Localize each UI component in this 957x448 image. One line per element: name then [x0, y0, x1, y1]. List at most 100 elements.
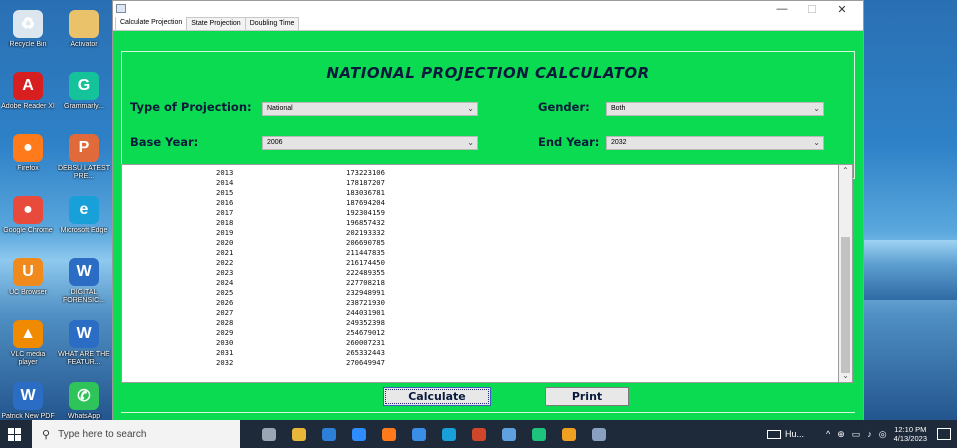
close-button[interactable]: ✕: [827, 1, 857, 17]
desktop-icon-label: Adobe Reader XI: [1, 103, 55, 110]
scroll-up-icon[interactable]: ⌃: [839, 165, 852, 177]
result-row: 2030 260007231: [122, 338, 838, 347]
search-icon: ⚲: [42, 428, 51, 441]
edge-taskbar-button[interactable]: [434, 420, 464, 448]
whatsapp-icon: ✆: [69, 382, 99, 410]
result-year: 2027: [216, 308, 234, 317]
desktop-icon[interactable]: ● Google Chrome: [0, 194, 56, 256]
tab-doubling-time[interactable]: Doubling Time: [244, 17, 300, 30]
results-scrollbar[interactable]: ⌃ ⌄: [839, 164, 853, 383]
store-taskbar-button[interactable]: [404, 420, 434, 448]
desktop-icon[interactable]: Activator: [56, 8, 112, 70]
projection-results-textarea[interactable]: 2013 173223106 2014 178187207 2015 183036781 2…: [121, 164, 839, 383]
result-row: 2031 265332443: [122, 348, 838, 357]
result-population: 206690785: [346, 238, 385, 247]
chevron-down-icon: ⌄: [467, 138, 474, 147]
zoom-icon: [352, 427, 366, 441]
desktop-icon[interactable]: G Grammarly...: [56, 70, 112, 132]
maximize-button[interactable]: ☐: [797, 1, 827, 17]
java-app-icon: [116, 4, 126, 13]
windows-logo-icon: [7, 427, 21, 441]
scroll-thumb[interactable]: [841, 237, 850, 373]
print-button[interactable]: Print: [545, 387, 629, 406]
desktop-icon-label: DIGITAL FORENSIC...: [62, 289, 105, 304]
result-row: 2025 232948991: [122, 288, 838, 297]
pycharm-taskbar-button[interactable]: [524, 420, 554, 448]
result-row: 2024 227708218: [122, 278, 838, 287]
desktop-icon-label: UC Browser: [9, 289, 47, 296]
result-population: 270649947: [346, 358, 385, 367]
clock[interactable]: 12:10 PM 4/13/2023: [894, 425, 927, 443]
notification-icon[interactable]: [937, 428, 951, 440]
battery-icon[interactable]: ▭: [852, 429, 861, 440]
type-of-projection-value: National: [267, 105, 293, 112]
mail-taskbar-button[interactable]: [314, 420, 344, 448]
type-of-projection-select[interactable]: National ⌄: [262, 102, 478, 116]
chrome-icon: ●: [13, 196, 43, 224]
file-explorer-taskbar-button[interactable]: [284, 420, 314, 448]
input-form: NATIONAL PROJECTION CALCULATOR Type of P…: [121, 51, 855, 179]
zoom-taskbar-button[interactable]: [344, 420, 374, 448]
base-year-value: 2006: [267, 139, 283, 146]
result-population: 222489355: [346, 268, 385, 277]
result-population: 216174450: [346, 258, 385, 267]
result-population: 211447835: [346, 248, 385, 257]
result-year: 2023: [216, 268, 234, 277]
minimize-button[interactable]: —: [767, 1, 797, 17]
location-icon[interactable]: ◎: [879, 429, 887, 440]
result-row: 2016 187694204: [122, 198, 838, 207]
java-app-taskbar-button[interactable]: [584, 420, 614, 448]
volume-icon[interactable]: ♪: [867, 429, 872, 439]
result-year: 2017: [216, 208, 234, 217]
wallpaper-sea: [860, 240, 957, 300]
taskbar-open-window[interactable]: Hu...: [766, 429, 804, 439]
firefox-icon: ●: [13, 134, 43, 162]
result-year: 2013: [216, 168, 234, 177]
desktop-icon-label: Firefox: [17, 165, 39, 172]
calculate-button[interactable]: Calculate: [383, 387, 491, 406]
desktop-icon-label: Google Chrome: [3, 227, 53, 234]
clock-date: 4/13/2023: [893, 434, 927, 443]
desktop-icon[interactable]: ♻ Recycle Bin: [0, 8, 56, 70]
tab-bar: Calculate Projection State Projection Do…: [113, 16, 863, 31]
scroll-down-icon[interactable]: ⌄: [839, 370, 852, 382]
edge-icon: e: [69, 196, 99, 224]
desktop-icon[interactable]: W WHAT ARE THE FEATUR...: [56, 318, 112, 380]
end-year-select[interactable]: 2032 ⌄: [606, 136, 824, 150]
chevron-down-icon: ⌄: [813, 104, 820, 113]
powerpoint-taskbar-button[interactable]: [464, 420, 494, 448]
result-population: 173223106: [346, 168, 385, 177]
task-view-taskbar-button[interactable]: [254, 420, 284, 448]
base-year-select[interactable]: 2006 ⌄: [262, 136, 478, 150]
result-row: 2029 254679012: [122, 328, 838, 337]
page-title: NATIONAL PROJECTION CALCULATOR: [326, 64, 650, 82]
result-year: 2030: [216, 338, 234, 347]
tab-state-projection[interactable]: State Projection: [186, 17, 246, 30]
gender-select[interactable]: Both ⌄: [606, 102, 824, 116]
desktop-icon[interactable]: ▲ VLC media player: [0, 318, 56, 380]
desktop-icon[interactable]: ● Firefox: [0, 132, 56, 194]
network-app-taskbar-button[interactable]: [494, 420, 524, 448]
desktop-icon[interactable]: e Microsoft Edge: [56, 194, 112, 256]
firefox-taskbar-button[interactable]: [374, 420, 404, 448]
chevron-down-icon: ⌄: [467, 104, 474, 113]
window-thumb-icon: [766, 429, 781, 439]
result-population: 227708218: [346, 278, 385, 287]
desktop-icon[interactable]: A Adobe Reader XI: [0, 70, 56, 132]
photo-app-taskbar-button[interactable]: [554, 420, 584, 448]
result-row: 2023 222489355: [122, 268, 838, 277]
desktop-icon[interactable]: P DEBSU LATEST PRE...: [56, 132, 112, 194]
desktop-icon[interactable]: U UC Browser: [0, 256, 56, 318]
vlc-icon: ▲: [13, 320, 43, 348]
open-window-label: Hu...: [784, 429, 804, 439]
result-population: 202193332: [346, 228, 385, 237]
base-year-label: Base Year:: [130, 135, 199, 149]
desktop-icon[interactable]: W DIGITAL FORENSIC...: [56, 256, 112, 318]
network-icon[interactable]: ⊕: [837, 429, 845, 440]
start-button[interactable]: [0, 420, 28, 448]
chevron-up-icon[interactable]: ^: [826, 429, 830, 439]
tab-calculate-projection[interactable]: Calculate Projection: [115, 16, 188, 30]
taskbar-search-box[interactable]: ⚲ Type here to search: [32, 420, 240, 448]
result-year: 2015: [216, 188, 234, 197]
taskbar-pinned-apps: [254, 420, 614, 448]
